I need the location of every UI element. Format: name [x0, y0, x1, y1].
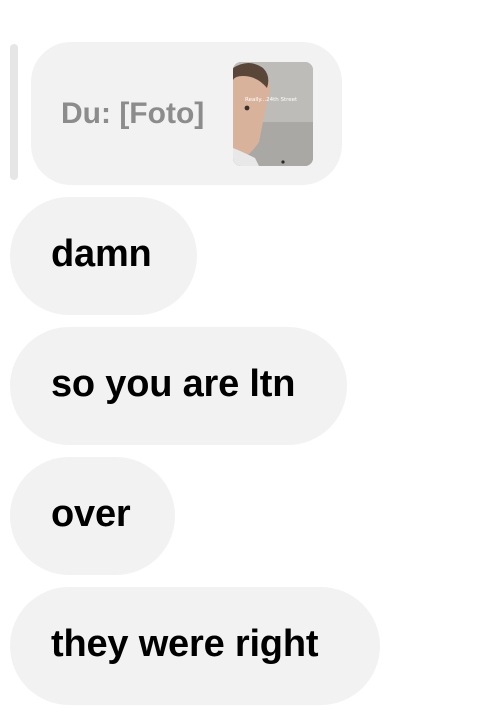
message-bubble[interactable]: so you are ltn: [10, 327, 347, 445]
message-text: damn: [51, 233, 152, 275]
thumbnail-caption: Really...24th Street: [245, 97, 298, 103]
replied-message-bubble[interactable]: Du: [Foto] Really...24th Street: [31, 42, 342, 185]
message-text: over: [51, 493, 131, 535]
photo-thumbnail-image: Really...24th Street: [233, 62, 313, 166]
replied-message-label: Du: [Foto]: [61, 97, 205, 130]
photo-thumbnail[interactable]: Really...24th Street: [233, 62, 313, 166]
message-text: so you are ltn: [51, 363, 296, 405]
message-text: they were right: [51, 623, 319, 665]
message-bubble[interactable]: they were right: [10, 587, 380, 705]
reply-indicator-bar: [10, 44, 18, 180]
message-bubble[interactable]: over: [10, 457, 175, 575]
message-bubble[interactable]: damn: [10, 197, 197, 315]
